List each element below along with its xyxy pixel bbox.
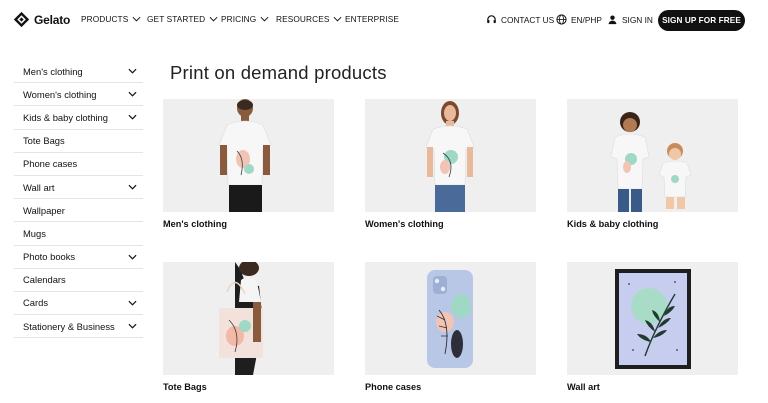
- sidebar-item-label: Tote Bags: [23, 135, 65, 147]
- sidebar-item-label: Women's clothing: [23, 88, 97, 100]
- product-card-mens-clothing[interactable]: Men's clothing: [163, 99, 334, 229]
- top-nav: Gelato PRODUCTS GET STARTED PRICING RESO…: [0, 0, 768, 40]
- nav-enterprise[interactable]: ENTERPRISE: [345, 14, 399, 24]
- nav-pricing[interactable]: PRICING: [221, 14, 269, 24]
- woman-tshirt-image[interactable]: [365, 99, 536, 212]
- sign-in-link[interactable]: SIGN IN: [607, 14, 653, 25]
- sidebar-item[interactable]: Stationery & Business: [14, 315, 143, 339]
- locale-selector[interactable]: EN/PHP: [556, 14, 602, 25]
- page-title: Print on demand products: [170, 62, 387, 83]
- sidebar-item[interactable]: Tote Bags: [14, 130, 143, 153]
- logo[interactable]: Gelato: [13, 11, 70, 28]
- sidebar-item[interactable]: Wall art: [14, 176, 143, 200]
- nav-products[interactable]: PRODUCTS: [81, 14, 141, 24]
- nav-enterprise-label: ENTERPRISE: [345, 14, 400, 24]
- product-label[interactable]: Men's clothing: [163, 219, 334, 229]
- man-tshirt-image[interactable]: [163, 99, 334, 212]
- sidebar-item[interactable]: Mugs: [14, 222, 143, 246]
- chevron-down-icon[interactable]: [128, 68, 137, 74]
- sidebar-item[interactable]: Calendars: [14, 269, 143, 292]
- wall-art-image[interactable]: [567, 262, 738, 375]
- sidebar-item-label: Mugs: [23, 227, 46, 239]
- sidebar-item-label: Cards: [23, 297, 49, 309]
- tote-bag-image[interactable]: [163, 262, 334, 375]
- chevron-down-icon[interactable]: [128, 184, 137, 190]
- product-card-tote-bags[interactable]: Tote Bags: [163, 262, 334, 392]
- nav-get-started[interactable]: GET STARTED: [147, 14, 218, 24]
- sidebar-item[interactable]: Women's clothing: [14, 83, 143, 107]
- nav-resources-label: RESOURCES: [276, 14, 330, 24]
- nav-products-label: PRODUCTS: [81, 14, 129, 24]
- chevron-down-icon: [209, 16, 218, 22]
- sidebar-item-label: Wall art: [23, 181, 55, 193]
- locale-label: EN/PHP: [571, 14, 602, 25]
- product-label[interactable]: Phone cases: [365, 382, 536, 392]
- sign-up-button[interactable]: SIGN UP FOR FREE: [658, 10, 745, 31]
- chevron-down-icon[interactable]: [128, 91, 137, 97]
- sign-in-label: SIGN IN: [622, 14, 653, 25]
- product-label[interactable]: Wall art: [567, 382, 738, 392]
- kids-clothing-image[interactable]: [567, 99, 738, 212]
- sidebar-item-label: Men's clothing: [23, 65, 83, 77]
- product-card-phone-cases[interactable]: Phone cases: [365, 262, 536, 392]
- sidebar-item[interactable]: Cards: [14, 292, 143, 316]
- contact-us-link[interactable]: CONTACT US: [486, 14, 554, 25]
- chevron-down-icon: [334, 16, 342, 22]
- sidebar-item-label: Stationery & Business: [23, 320, 115, 332]
- sidebar-item[interactable]: Photo books: [14, 246, 143, 269]
- sidebar-item[interactable]: Phone cases: [14, 153, 143, 176]
- user-icon: [608, 15, 617, 25]
- nav-get-started-label: GET STARTED: [147, 14, 206, 24]
- chevron-down-icon[interactable]: [128, 254, 137, 260]
- sidebar-item-label: Photo books: [23, 251, 76, 263]
- chevron-down-icon[interactable]: [128, 300, 137, 306]
- product-label[interactable]: Kids & baby clothing: [567, 219, 738, 229]
- product-card-wall-art[interactable]: Wall art: [567, 262, 738, 392]
- category-sidebar: Men's clothing Women's clothing Kids & bab…: [14, 60, 143, 339]
- sidebar-item-label: Kids & baby clothing: [23, 111, 108, 123]
- nav-resources[interactable]: RESOURCES: [276, 14, 342, 24]
- sidebar-item-label: Calendars: [23, 274, 66, 286]
- sidebar-item[interactable]: Kids & baby clothing: [14, 106, 143, 130]
- product-label[interactable]: Women's clothing: [365, 219, 536, 229]
- nav-pricing-label: PRICING: [221, 14, 257, 24]
- product-card-womens-clothing[interactable]: Women's clothing: [365, 99, 536, 229]
- product-label[interactable]: Tote Bags: [163, 382, 334, 392]
- sidebar-item-label: Wallpaper: [23, 204, 65, 216]
- sidebar-item[interactable]: Wallpaper: [14, 199, 143, 223]
- gelato-logo-icon: [13, 11, 30, 28]
- chevron-down-icon: [260, 16, 269, 22]
- sidebar-item-label: Phone cases: [23, 158, 78, 170]
- chevron-down-icon[interactable]: [128, 323, 137, 329]
- contact-us-label: CONTACT US: [501, 14, 555, 25]
- phone-case-image[interactable]: [365, 262, 536, 375]
- globe-icon: [556, 14, 567, 25]
- logo-text: Gelato: [34, 12, 71, 27]
- chevron-down-icon[interactable]: [128, 114, 137, 121]
- sidebar-item[interactable]: Men's clothing: [14, 60, 143, 84]
- headset-icon: [487, 15, 496, 24]
- chevron-down-icon: [132, 16, 141, 22]
- product-card-kids-clothing[interactable]: Kids & baby clothing: [567, 99, 738, 229]
